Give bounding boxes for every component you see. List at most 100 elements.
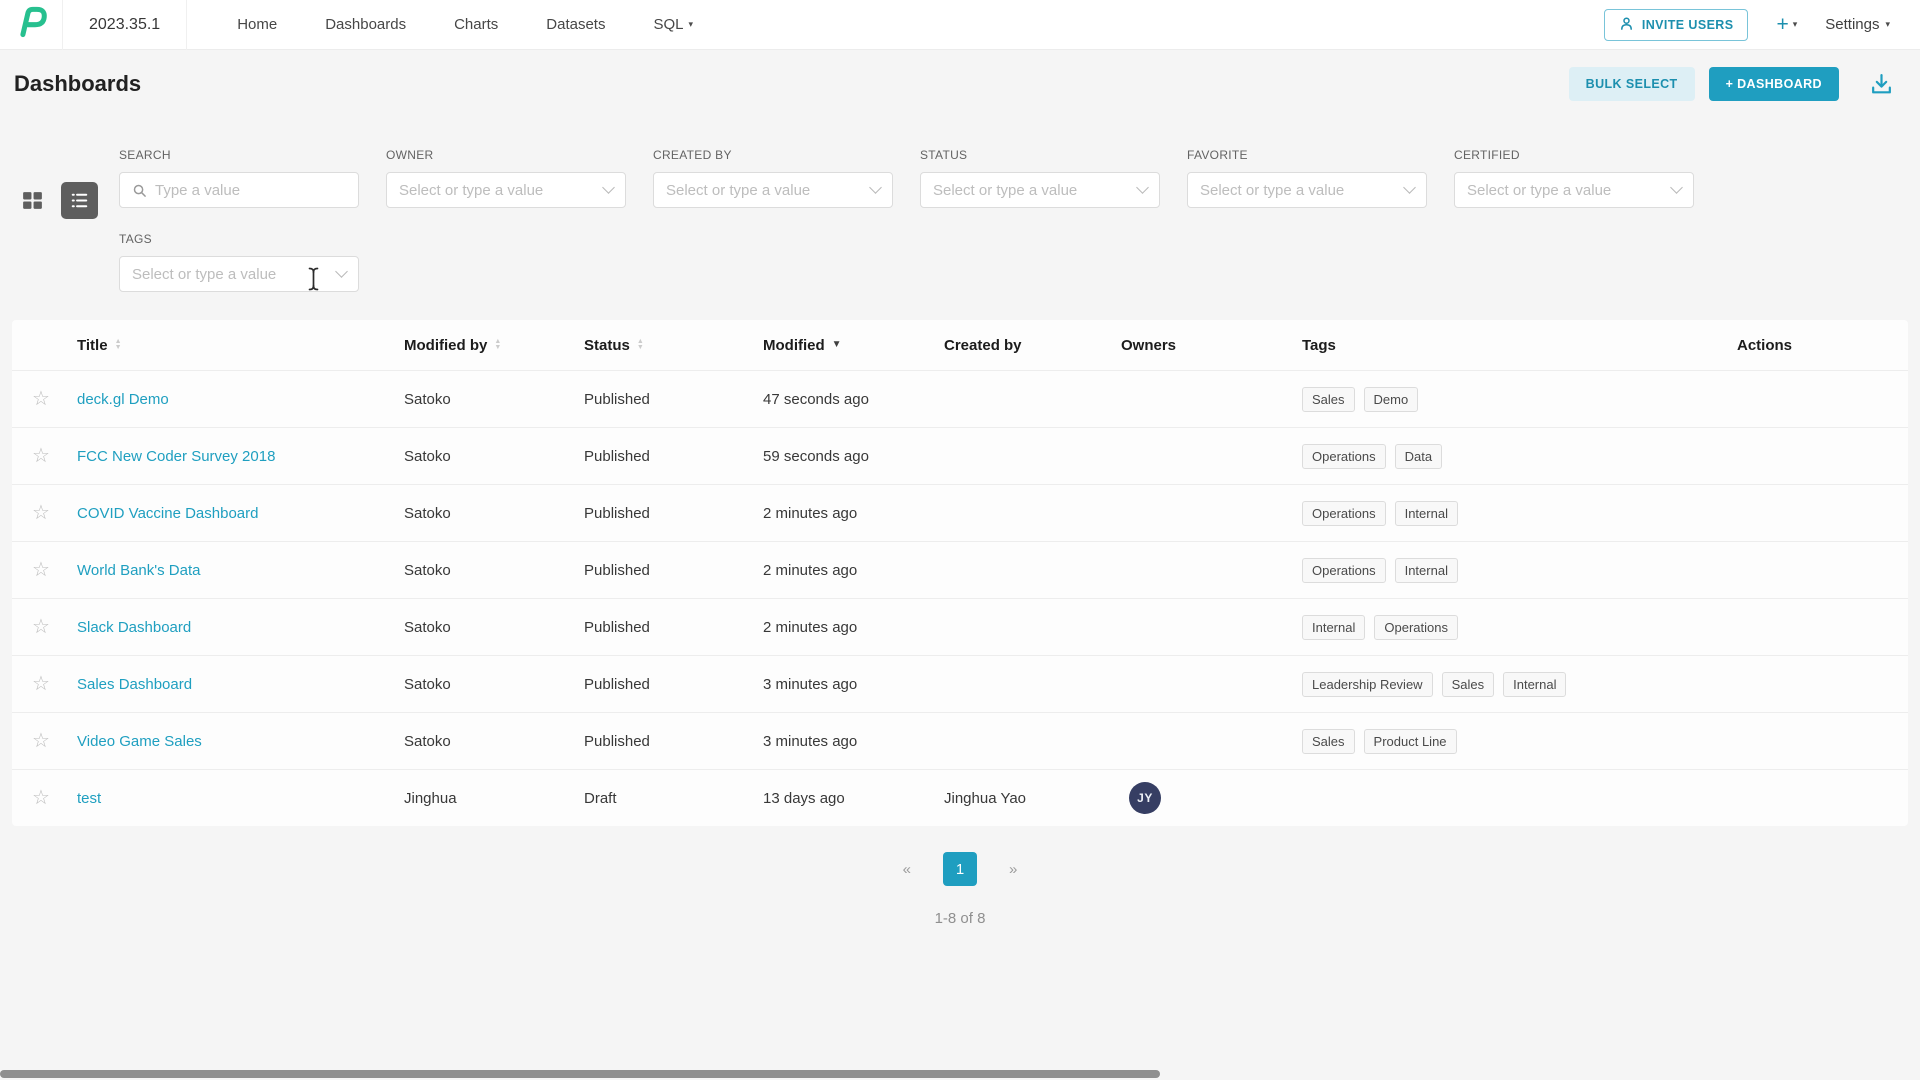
modified-cell: 2 minutes ago	[763, 562, 944, 579]
table-header-row: Title ▲▼ Modified by ▲▼ Status ▲▼ Modifi…	[12, 320, 1908, 370]
new-item-menu[interactable]: + ▾	[1776, 14, 1797, 35]
favorite-star-icon[interactable]: ☆	[12, 788, 77, 808]
certified-select[interactable]: Select or type a value	[1454, 172, 1694, 208]
bulk-select-button[interactable]: BULK SELECT	[1569, 67, 1695, 101]
column-header-status[interactable]: Status ▲▼	[584, 337, 763, 354]
favorite-star-icon[interactable]: ☆	[12, 389, 77, 409]
next-page-button[interactable]: »	[1009, 861, 1017, 878]
favorite-star-icon[interactable]: ☆	[12, 674, 77, 694]
status-cell: Published	[584, 505, 763, 522]
nav-item-sql[interactable]: SQL ▾	[653, 16, 693, 33]
tag-pill[interactable]: Operations	[1374, 615, 1458, 640]
sort-icon[interactable]: ▲▼	[637, 339, 644, 351]
tag-pill[interactable]: Internal	[1395, 558, 1458, 583]
favorite-select[interactable]: Select or type a value	[1187, 172, 1427, 208]
modified-by-cell: Satoko	[404, 619, 584, 636]
card-view-toggle[interactable]	[20, 188, 45, 213]
column-header-created-by: Created by	[944, 337, 1121, 354]
dashboard-title-link[interactable]: test	[77, 790, 101, 807]
tag-pill[interactable]: Sales	[1302, 387, 1355, 412]
tag-pill[interactable]: Internal	[1395, 501, 1458, 526]
sort-icon[interactable]: ▲▼	[115, 339, 122, 351]
pagination: « 1 »	[0, 852, 1920, 886]
dashboard-title-link[interactable]: deck.gl Demo	[77, 391, 169, 408]
tag-pill[interactable]: Product Line	[1364, 729, 1457, 754]
filter-label: STATUS	[920, 148, 1160, 162]
dashboard-title-link[interactable]: COVID Vaccine Dashboard	[77, 505, 258, 522]
nav-item-dashboards[interactable]: Dashboards	[325, 16, 406, 33]
chevron-down-icon	[869, 181, 882, 194]
tag-pill[interactable]: Operations	[1302, 444, 1386, 469]
filter-certified: CERTIFIED Select or type a value	[1454, 148, 1694, 208]
page-header-actions: BULK SELECT + DASHBOARD	[1569, 67, 1894, 101]
modified-cell: 3 minutes ago	[763, 733, 944, 750]
modified-by-cell: Satoko	[404, 448, 584, 465]
top-navbar: 2023.35.1 Home Dashboards Charts Dataset…	[0, 0, 1920, 50]
filters-bar: SEARCH OWNER Select or type a value CREA…	[0, 118, 1920, 320]
dashboard-title-link[interactable]: Video Game Sales	[77, 733, 202, 750]
import-dashboards-icon[interactable]	[1869, 72, 1894, 97]
settings-menu[interactable]: Settings ▾	[1825, 16, 1890, 33]
page-1-button[interactable]: 1	[943, 852, 977, 886]
previous-page-button[interactable]: «	[903, 861, 911, 878]
tags-cell: Internal Operations	[1302, 615, 1723, 640]
tag-pill[interactable]: Demo	[1364, 387, 1419, 412]
tag-pill[interactable]: Data	[1395, 444, 1442, 469]
main-nav: Home Dashboards Charts Datasets SQL ▾	[237, 16, 693, 33]
favorite-star-icon[interactable]: ☆	[12, 446, 77, 466]
title-cell: deck.gl Demo	[77, 391, 404, 408]
dashboard-title-link[interactable]: Slack Dashboard	[77, 619, 191, 636]
owner-avatar[interactable]: JY	[1129, 782, 1161, 814]
favorite-star-icon[interactable]: ☆	[12, 560, 77, 580]
owner-select[interactable]: Select or type a value	[386, 172, 626, 208]
tags-cell: Sales Product Line	[1302, 729, 1723, 754]
modified-cell: 2 minutes ago	[763, 505, 944, 522]
preset-logo[interactable]	[0, 0, 62, 50]
tag-pill[interactable]: Operations	[1302, 501, 1386, 526]
modified-by-cell: Satoko	[404, 505, 584, 522]
tags-cell: Sales Demo	[1302, 387, 1723, 412]
title-cell: test	[77, 790, 404, 807]
nav-item-datasets[interactable]: Datasets	[546, 16, 605, 33]
nav-item-charts[interactable]: Charts	[454, 16, 498, 33]
tag-pill[interactable]: Operations	[1302, 558, 1386, 583]
search-input[interactable]	[155, 182, 346, 199]
dashboard-title-link[interactable]: Sales Dashboard	[77, 676, 192, 693]
modified-cell: 47 seconds ago	[763, 391, 944, 408]
favorite-star-icon[interactable]: ☆	[12, 731, 77, 751]
invite-users-button[interactable]: INVITE USERS	[1604, 9, 1749, 41]
dashboard-title-link[interactable]: FCC New Coder Survey 2018	[77, 448, 275, 465]
filter-label: FAVORITE	[1187, 148, 1427, 162]
pagination-summary: 1-8 of 8	[0, 910, 1920, 927]
created-by-select[interactable]: Select or type a value	[653, 172, 893, 208]
sort-desc-icon[interactable]: ▼	[832, 340, 842, 350]
tag-pill[interactable]: Sales	[1302, 729, 1355, 754]
horizontal-scrollbar[interactable]	[0, 1070, 1160, 1078]
tag-pill[interactable]: Sales	[1442, 672, 1495, 697]
modified-cell: 3 minutes ago	[763, 676, 944, 693]
filter-label: CREATED BY	[653, 148, 893, 162]
column-header-title[interactable]: Title ▲▼	[77, 337, 404, 354]
filter-search: SEARCH	[119, 148, 359, 208]
tags-select[interactable]: Select or type a value	[119, 256, 359, 292]
modified-cell: 13 days ago	[763, 790, 944, 807]
column-header-owners: Owners	[1121, 337, 1302, 354]
column-header-modified[interactable]: Modified ▼	[763, 337, 944, 354]
filter-label: CERTIFIED	[1454, 148, 1694, 162]
sort-icon[interactable]: ▲▼	[494, 339, 501, 351]
dashboard-title-link[interactable]: World Bank's Data	[77, 562, 200, 579]
tag-pill[interactable]: Leadership Review	[1302, 672, 1433, 697]
favorite-star-icon[interactable]: ☆	[12, 617, 77, 637]
table-row: ☆Sales DashboardSatokoPublished3 minutes…	[12, 655, 1908, 712]
status-cell: Published	[584, 733, 763, 750]
table-row: ☆FCC New Coder Survey 2018SatokoPublishe…	[12, 427, 1908, 484]
favorite-star-icon[interactable]: ☆	[12, 503, 77, 523]
status-select[interactable]: Select or type a value	[920, 172, 1160, 208]
nav-item-home[interactable]: Home	[237, 16, 277, 33]
new-dashboard-button[interactable]: + DASHBOARD	[1709, 67, 1839, 101]
tag-pill[interactable]: Internal	[1302, 615, 1365, 640]
user-icon	[1619, 16, 1634, 34]
column-header-modified-by[interactable]: Modified by ▲▼	[404, 337, 584, 354]
tag-pill[interactable]: Internal	[1503, 672, 1566, 697]
list-view-toggle[interactable]	[61, 182, 98, 219]
